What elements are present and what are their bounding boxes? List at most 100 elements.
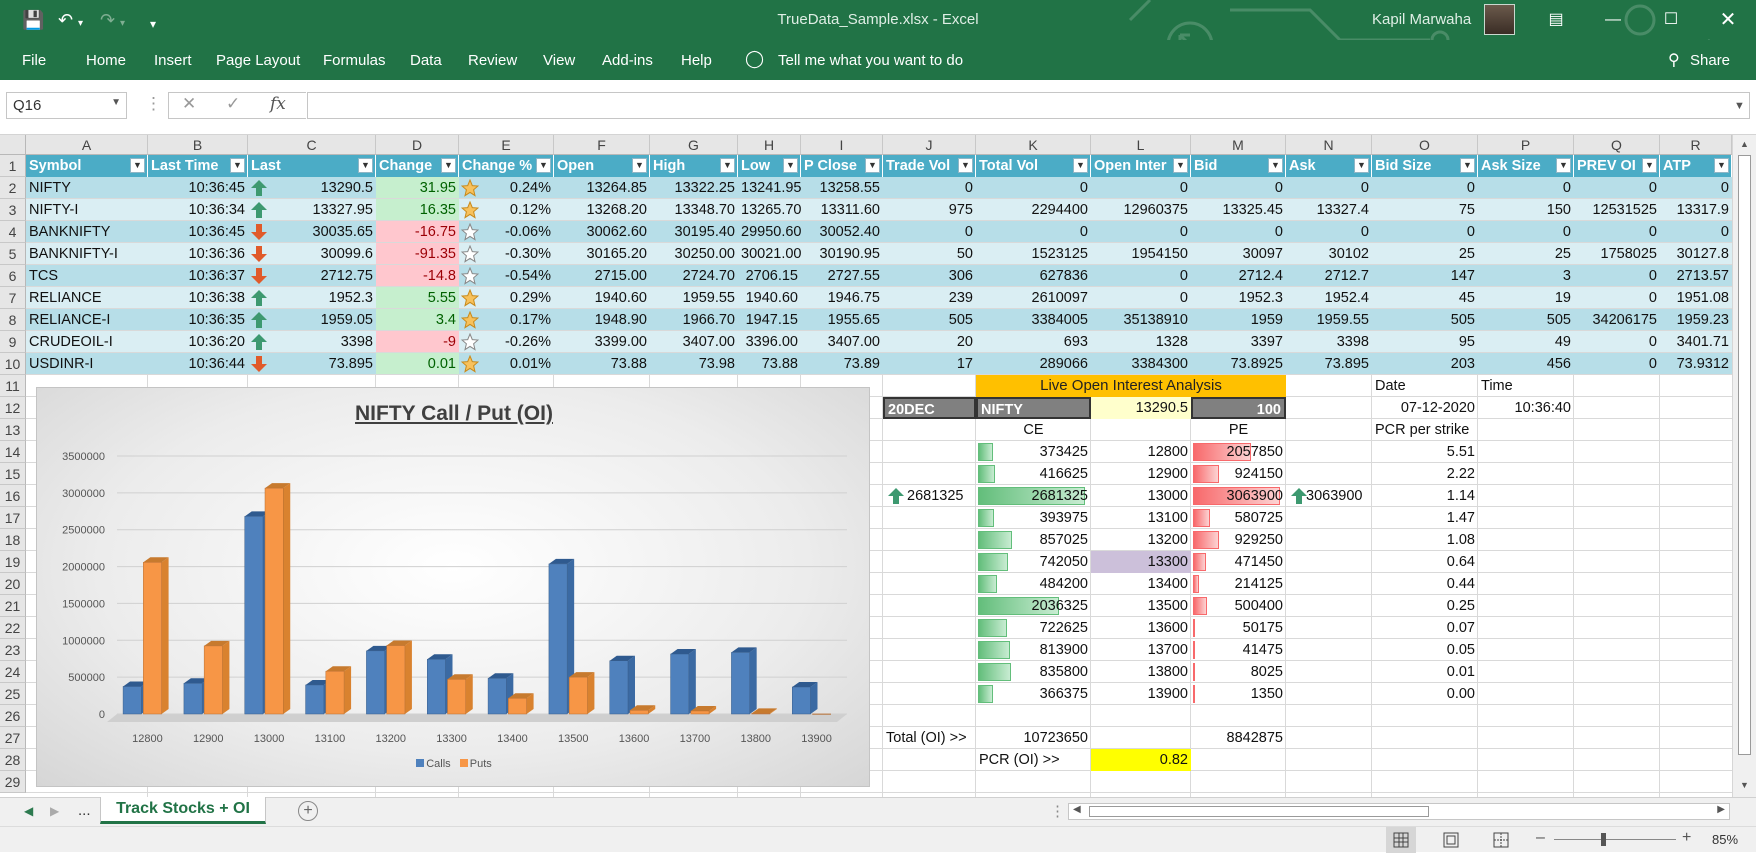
pe-oi[interactable]: 214125 xyxy=(1191,573,1286,595)
row-header[interactable]: 22 xyxy=(0,617,26,639)
cell-atp[interactable]: 2713.57 xyxy=(1660,265,1732,287)
total-pe[interactable]: 8842875 xyxy=(1191,727,1286,749)
table-header-10[interactable]: Total Vol ▼ xyxy=(976,155,1091,177)
cell-prevoi[interactable]: 12531525 xyxy=(1574,199,1660,221)
cell-atp[interactable]: 13317.9 xyxy=(1660,199,1732,221)
pcr-value[interactable]: 1.47 xyxy=(1372,507,1478,529)
cell-low[interactable]: 30021.00 xyxy=(738,243,801,265)
table-header-16[interactable]: PREV OI ▼ xyxy=(1574,155,1660,177)
table-header-9[interactable]: Trade Vol ▼ xyxy=(883,155,976,177)
total-ce[interactable]: 10723650 xyxy=(976,727,1091,749)
cell-totvol[interactable]: 2610097 xyxy=(976,287,1091,309)
tab-home[interactable]: Home xyxy=(86,52,126,69)
filter-dropdown-icon[interactable]: ▼ xyxy=(1173,158,1188,173)
column-header[interactable]: E xyxy=(459,135,554,155)
cell-low[interactable]: 13265.70 xyxy=(738,199,801,221)
pcr-value[interactable]: 5.51 xyxy=(1372,441,1478,463)
date-value[interactable]: 07-12-2020 xyxy=(1372,397,1478,419)
cell-bidsize[interactable]: 147 xyxy=(1372,265,1478,287)
cell-bid[interactable]: 3397 xyxy=(1191,331,1286,353)
cell-last[interactable]: 30099.6 xyxy=(270,243,376,265)
cell-change[interactable]: 5.55 xyxy=(376,287,459,308)
cell-change[interactable]: -91.35 xyxy=(376,243,459,264)
cell-prevoi[interactable]: 0 xyxy=(1574,221,1660,243)
cell-bidsize[interactable]: 203 xyxy=(1372,353,1478,375)
scroll-left-icon[interactable]: ◀ xyxy=(24,804,33,818)
tab-view[interactable]: View xyxy=(543,52,575,69)
pcr-value[interactable]: 0.44 xyxy=(1372,573,1478,595)
filter-dropdown-icon[interactable]: ▼ xyxy=(1556,158,1571,173)
cell-high[interactable]: 30250.00 xyxy=(650,243,738,265)
row-header[interactable]: 29 xyxy=(0,771,26,793)
cell-oi[interactable]: 0 xyxy=(1091,177,1191,199)
cell-high[interactable]: 30195.40 xyxy=(650,221,738,243)
cell-symbol[interactable]: RELIANCE-I xyxy=(26,309,148,331)
share-button[interactable]: Share xyxy=(1690,52,1730,69)
ce-oi[interactable]: 484200 xyxy=(976,573,1091,595)
cell-change[interactable]: -14.8 xyxy=(376,265,459,286)
lightbulb-icon[interactable]: ◯ xyxy=(745,49,764,69)
ce-label[interactable]: CE xyxy=(976,419,1091,441)
scroll-thumb[interactable] xyxy=(1089,806,1429,817)
cell-tvol[interactable]: 306 xyxy=(883,265,976,287)
cell-time[interactable]: 10:36:45 xyxy=(148,221,248,243)
table-header-3[interactable]: Change ▼ xyxy=(376,155,459,177)
cell-oi[interactable]: 35138910 xyxy=(1091,309,1191,331)
pe-oi[interactable]: 471450 xyxy=(1191,551,1286,573)
filter-dropdown-icon[interactable]: ▼ xyxy=(865,158,880,173)
pcr-value[interactable]: 1.08 xyxy=(1372,529,1478,551)
cell-low[interactable]: 73.88 xyxy=(738,353,801,375)
cell-low[interactable]: 1947.15 xyxy=(738,309,801,331)
table-header-15[interactable]: Ask Size ▼ xyxy=(1478,155,1574,177)
row-header[interactable]: 25 xyxy=(0,683,26,705)
scroll-right-icon[interactable]: ▶ xyxy=(50,804,59,818)
pe-oi[interactable]: 1350 xyxy=(1191,683,1286,705)
tab-add-ins[interactable]: Add-ins xyxy=(602,52,653,69)
cell-bid[interactable]: 1952.3 xyxy=(1191,287,1286,309)
pe-oi[interactable]: 2057850 xyxy=(1191,441,1286,463)
cell-symbol[interactable]: TCS xyxy=(26,265,148,287)
tab-formulas[interactable]: Formulas xyxy=(323,52,386,69)
ce-oi[interactable]: 813900 xyxy=(976,639,1091,661)
row-header[interactable]: 2 xyxy=(0,177,26,199)
cell-high[interactable]: 1959.55 xyxy=(650,287,738,309)
tab-data[interactable]: Data xyxy=(410,52,442,69)
column-header[interactable]: P xyxy=(1478,135,1574,155)
table-header-13[interactable]: Ask ▼ xyxy=(1286,155,1372,177)
scroll-up-icon[interactable]: ▲ xyxy=(1740,139,1749,149)
column-header[interactable]: O xyxy=(1372,135,1478,155)
cell-oi[interactable]: 0 xyxy=(1091,287,1191,309)
cell-time[interactable]: 10:36:45 xyxy=(148,177,248,199)
strike-price[interactable]: 13900 xyxy=(1091,683,1191,705)
table-header-8[interactable]: P Close ▼ xyxy=(801,155,883,177)
cell-pct[interactable]: 0.01% xyxy=(481,353,554,375)
cell-bid[interactable]: 13325.45 xyxy=(1191,199,1286,221)
table-header-17[interactable]: ATP ▼ xyxy=(1660,155,1732,177)
cell-prevoi[interactable]: 1758025 xyxy=(1574,243,1660,265)
max-pe[interactable]: 3063900 xyxy=(1286,485,1372,507)
cell-change[interactable]: 31.95 xyxy=(376,177,459,198)
cell-tvol[interactable]: 17 xyxy=(883,353,976,375)
column-header[interactable]: L xyxy=(1091,135,1191,155)
ce-oi[interactable]: 366375 xyxy=(976,683,1091,705)
oi-title[interactable]: Live Open Interest Analysis xyxy=(976,375,1286,397)
strike-price[interactable]: 13700 xyxy=(1091,639,1191,661)
cell-symbol[interactable]: NIFTY xyxy=(26,177,148,199)
pcr-value[interactable]: 2.22 xyxy=(1372,463,1478,485)
ce-oi[interactable]: 857025 xyxy=(976,529,1091,551)
zoom-level[interactable]: 85% xyxy=(1712,832,1738,847)
pe-oi[interactable]: 41475 xyxy=(1191,639,1286,661)
cell-ask[interactable]: 30102 xyxy=(1286,243,1372,265)
cell-pclose[interactable]: 30052.40 xyxy=(801,221,883,243)
tab-help[interactable]: Help xyxy=(681,52,712,69)
filter-dropdown-icon[interactable]: ▼ xyxy=(958,158,973,173)
cell-totvol[interactable]: 2294400 xyxy=(976,199,1091,221)
pcr-value[interactable]: 0.64 xyxy=(1372,551,1478,573)
table-header-11[interactable]: Open Inter ▼ xyxy=(1091,155,1191,177)
horizontal-scrollbar[interactable]: ◀ ▶ xyxy=(1068,803,1730,820)
enter-icon[interactable]: ✓ xyxy=(226,94,240,114)
table-header-12[interactable]: Bid ▼ xyxy=(1191,155,1286,177)
strike-price[interactable]: 13800 xyxy=(1091,661,1191,683)
cell-asksize[interactable]: 25 xyxy=(1478,243,1574,265)
cell-tvol[interactable]: 50 xyxy=(883,243,976,265)
